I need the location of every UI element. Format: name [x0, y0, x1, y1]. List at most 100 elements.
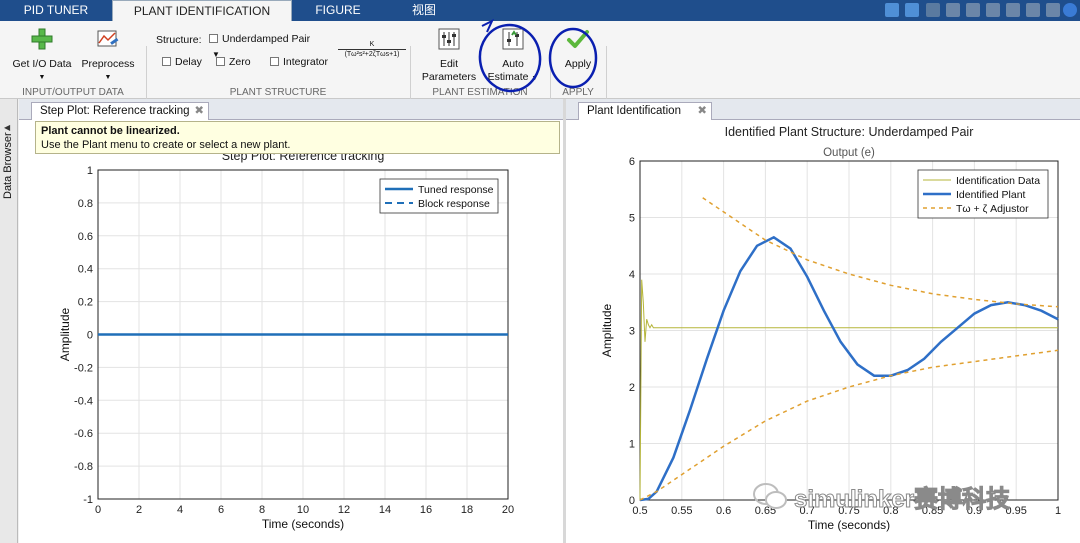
warning-title: Plant cannot be linearized. [41, 125, 180, 137]
structure-formula: K (Tω²s²+2ζTωs+1) [338, 40, 406, 59]
legend-label: Tuned response [418, 184, 494, 196]
y-tick-label: 2 [629, 382, 635, 394]
panel-tabbar: Plant Identification ✖ [566, 99, 1080, 120]
dropdown-arrow-icon: ▼ [38, 74, 46, 81]
step-plot-panel: Step Plot: Reference tracking ✖ 0 2 4 6 8 10 1… [19, 99, 563, 543]
y-tick-label: 5 [629, 213, 635, 225]
redo-icon[interactable] [1026, 3, 1040, 17]
step-plot-chart[interactable]: 0 2 4 6 8 10 12 14 16 18 20 -1 -0.8 -0.6 -0.4 -0.2 0 0.2 0… [19, 120, 563, 543]
y-tick-label: 0.2 [78, 297, 93, 309]
tab-plant-identification-label: Plant Identification [587, 105, 681, 117]
integrator-label: Integrator [283, 56, 328, 68]
chart-subtitle: Output (e) [823, 147, 875, 159]
tab-view[interactable]: 视图 [384, 0, 464, 21]
x-tick-label: 18 [461, 504, 473, 516]
x-tick-label: 1 [1055, 505, 1061, 517]
tab-figure[interactable]: FIGURE [292, 0, 384, 21]
layout-icon[interactable] [885, 3, 899, 17]
tab-plant-identification[interactable]: PLANT IDENTIFICATION [112, 0, 292, 22]
wechat-logo-icon [753, 483, 787, 509]
undo-icon[interactable] [1006, 3, 1020, 17]
legend-label: Tω + ζ Adjustor [956, 203, 1029, 215]
integrator-checkbox[interactable]: Integrator [270, 56, 328, 68]
x-tick-label: 0.6 [716, 505, 731, 517]
y-tick-label: 0.6 [78, 231, 93, 243]
preprocess-icon [97, 30, 119, 47]
watermark-text: simulinker赛博科技 [793, 485, 1011, 513]
sliders-icon [438, 28, 460, 50]
legend-label: Identified Plant [956, 189, 1026, 201]
preprocess-button[interactable]: Preprocess ▼ [78, 27, 138, 84]
x-tick-label: 0 [95, 504, 101, 516]
x-tick-label: 10 [297, 504, 309, 516]
data-browser-sidebar[interactable]: ◀ Data Browser [0, 99, 18, 543]
close-icon[interactable]: ✖ [697, 103, 707, 120]
structure-icon [209, 34, 218, 43]
structure-value: Underdamped Pair [222, 33, 311, 45]
x-tick-label: 4 [177, 504, 183, 516]
delay-checkbox[interactable]: Delay [162, 56, 202, 68]
structure-dropdown[interactable]: Underdamped Pair ▼ [209, 32, 321, 59]
y-tick-label: 0.8 [78, 198, 93, 210]
refresh-icon[interactable] [1046, 3, 1060, 17]
copy-icon[interactable] [966, 3, 980, 17]
x-tick-label: 8 [259, 504, 265, 516]
y-tick-label: -1 [83, 494, 93, 506]
x-tick-label: 0.55 [671, 505, 692, 517]
chart-title: Identified Plant Structure: Underdamped … [725, 125, 974, 139]
get-io-data-button[interactable]: Get I/O Data ▼ [8, 27, 76, 84]
x-tick-label: 14 [379, 504, 391, 516]
tab-pid-tuner[interactable]: PID TUNER [0, 0, 112, 21]
structure-label: Structure: [156, 34, 202, 46]
x-tick-label: 12 [338, 504, 350, 516]
get-io-data-label: Get I/O Data [12, 58, 72, 70]
tab-step-plot[interactable]: Step Plot: Reference tracking ✖ [31, 102, 209, 120]
hand-drawn-annotation [478, 18, 598, 93]
x-axis-label: Time (seconds) [262, 517, 344, 531]
y-tick-label: -0.2 [74, 362, 93, 374]
x-axis-label: Time (seconds) [808, 518, 890, 532]
save-icon[interactable] [926, 3, 940, 17]
x-tick-label: 20 [502, 504, 514, 516]
dropdown-arrow-icon: ▼ [104, 74, 112, 81]
tab-plant-identification-panel[interactable]: Plant Identification ✖ [578, 102, 712, 120]
data-browser-label: Data Browser [2, 132, 14, 199]
y-tick-label: -0.8 [74, 461, 93, 473]
checkbox-icon [216, 57, 225, 66]
preprocess-label: Preprocess [81, 58, 135, 70]
y-tick-label: 1 [87, 165, 93, 177]
checkbox-icon [162, 57, 171, 66]
delay-label: Delay [175, 56, 202, 68]
warning-body: Use the Plant menu to create or select a… [41, 139, 291, 151]
help-icon[interactable] [1063, 3, 1077, 17]
y-tick-label: -0.6 [74, 428, 93, 440]
x-tick-label: 6 [218, 504, 224, 516]
y-tick-label: 3 [629, 326, 635, 338]
y-tick-label: 6 [629, 156, 635, 168]
cut-icon[interactable] [946, 3, 960, 17]
close-icon[interactable]: ✖ [194, 103, 204, 120]
tab-step-plot-label: Step Plot: Reference tracking [40, 105, 190, 117]
section-plant-structure: PLANT STRUCTURE [229, 87, 327, 98]
zero-checkbox[interactable]: Zero [216, 56, 251, 68]
x-tick-label: 2 [136, 504, 142, 516]
y-tick-label: 0.4 [78, 264, 93, 276]
y-tick-label: 4 [629, 269, 635, 281]
legend-label: Identification Data [956, 175, 1040, 187]
tile-icon[interactable] [905, 3, 919, 17]
zero-label: Zero [229, 56, 251, 68]
section-input-output-data: INPUT/OUTPUT DATA [22, 87, 124, 98]
checkbox-icon [270, 57, 279, 66]
y-axis-label: Amplitude [600, 304, 614, 358]
plus-icon [31, 28, 53, 50]
formula-denominator: (Tω²s²+2ζTωs+1) [344, 51, 400, 58]
y-tick-label: -0.4 [74, 395, 93, 407]
y-axis-label: Amplitude [58, 308, 72, 362]
y-tick-label: 1 [629, 439, 635, 451]
panel-tabbar: Step Plot: Reference tracking ✖ [19, 99, 563, 120]
plant-identification-panel: Plant Identification ✖ 0.5 0.55 0.6 0.65 0.7… [566, 99, 1080, 543]
formula-numerator: K [338, 40, 406, 50]
warning-message: Plant cannot be linearized. Use the Plan… [35, 121, 560, 154]
paste-icon[interactable] [986, 3, 1000, 17]
legend-label: Block response [418, 198, 490, 210]
